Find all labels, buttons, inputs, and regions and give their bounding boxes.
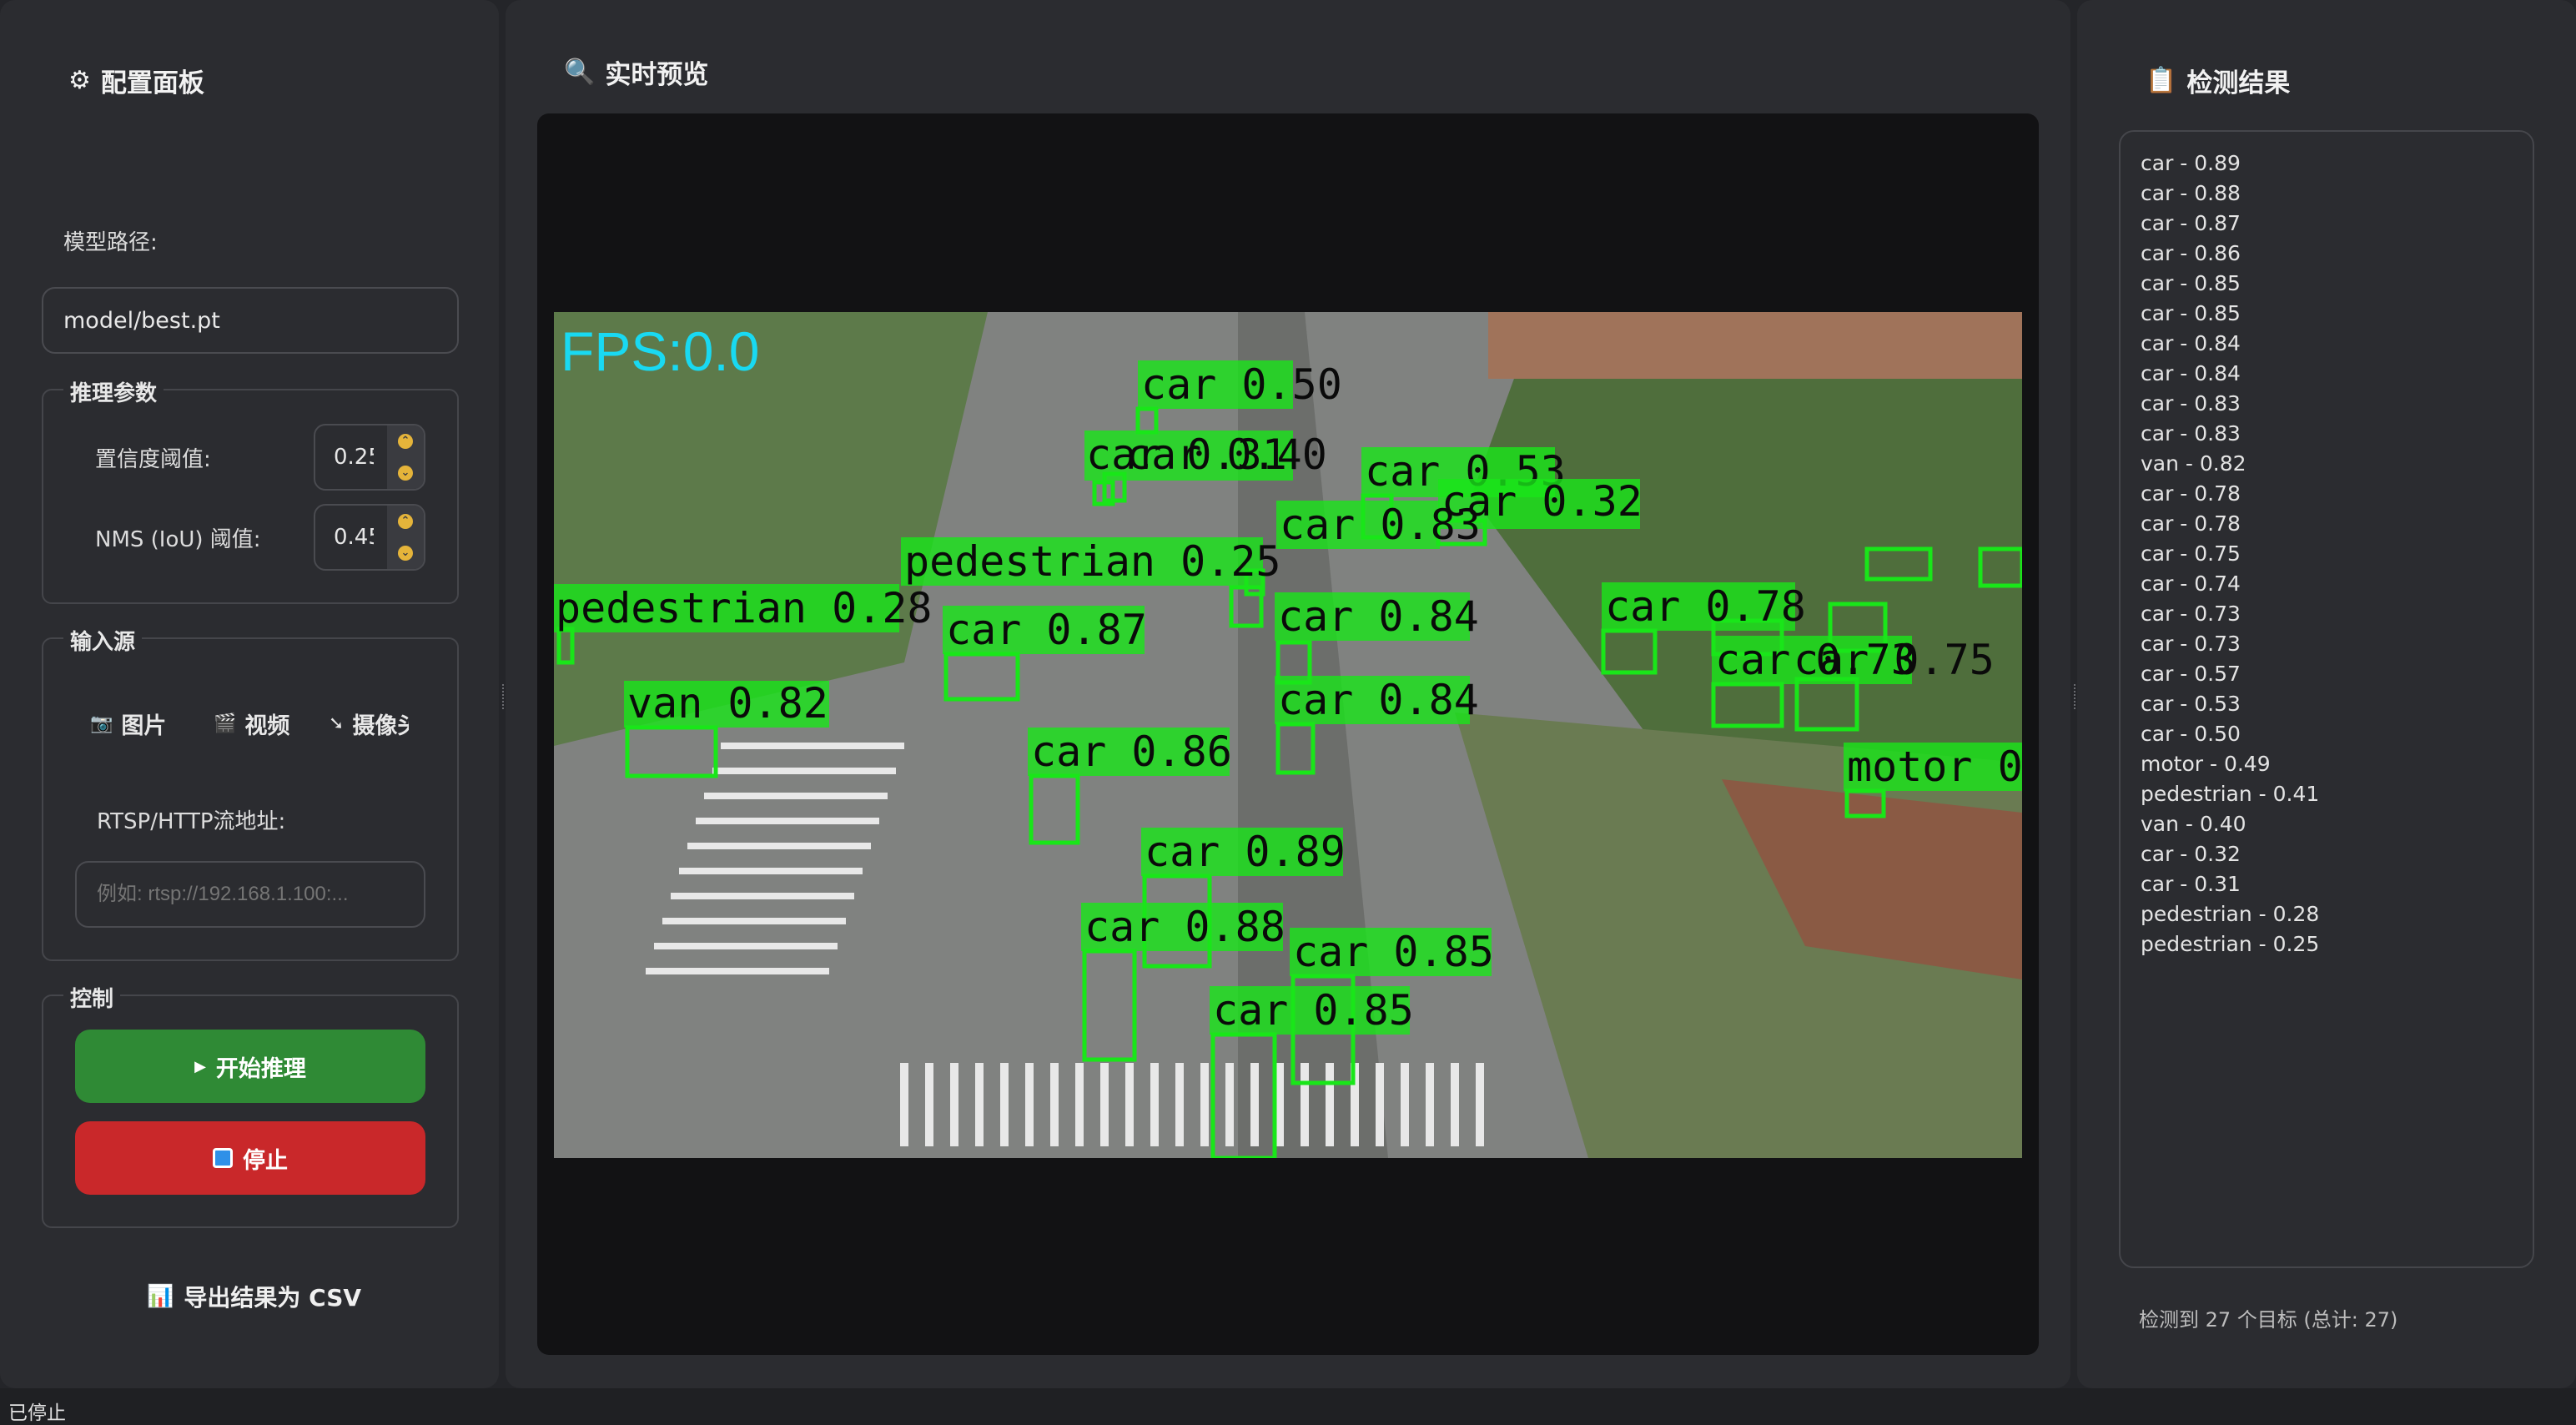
nms-threshold-value: 0.45 [334,525,374,550]
stream-url-label: RTSP/HTTP流地址: [97,809,286,834]
detection-label: car 0.78 [1605,582,1806,631]
list-item[interactable]: car - 0.83 [2141,419,2533,449]
detection-label: car 0.40 [1126,431,1327,479]
control-legend: 控制 [63,982,121,1013]
list-item[interactable]: car - 0.89 [2141,149,2533,179]
list-item[interactable]: car - 0.75 [2141,539,2533,569]
results-title: 📋 检测结果 [2146,65,2291,98]
conf-threshold-label: 置信度阈值: [95,447,211,472]
status-text: 已停止 [8,1402,66,1424]
camera-arrow-icon: ➘ [329,713,345,734]
list-item[interactable]: car - 0.88 [2141,179,2533,209]
list-item[interactable]: car - 0.53 [2141,689,2533,719]
list-item[interactable]: car - 0.87 [2141,209,2533,239]
stop-button[interactable]: 停止 [75,1121,425,1195]
detection-label: car 0.86 [1031,728,1232,776]
video-preview: FPS:0.0 car 0.50 car 0.31 car 0.40 car 0… [537,113,2039,1355]
config-title: ⚙ 配置面板 [68,65,204,98]
clipboard-icon: 📋 [2146,65,2177,95]
list-item[interactable]: car - 0.78 [2141,509,2533,539]
source-video-option[interactable]: 🎬 视频 [214,707,289,740]
chart-icon: 📊 [147,1284,174,1309]
status-bar: 已停止 [0,1388,2576,1425]
list-item[interactable]: van - 0.82 [2141,449,2533,479]
conf-threshold-spinbox[interactable]: 0.25 ⌃ ⌄ [314,424,425,491]
detection-label: car 0.87 [946,606,1147,654]
fps-label: FPS:0.0 [561,320,759,382]
detection-label: pedestrian 0.25 [904,537,1281,586]
list-item[interactable]: car - 0.85 [2141,269,2533,299]
detection-label: motor 0.49 [1847,743,2022,791]
list-item[interactable]: pedestrian - 0.41 [2141,779,2533,809]
gear-icon: ⚙ [68,65,91,95]
detection-label: car 0.83 [1280,501,1481,549]
detection-label: car 0.84 [1278,592,1479,641]
magnifier-icon: 🔍 [564,57,596,87]
detection-label: car 0.89 [1145,828,1346,876]
list-item[interactable]: car - 0.74 [2141,569,2533,599]
play-icon: ▶ [194,1057,206,1075]
chevron-down-icon: ⌄ [398,466,413,481]
chevron-up-icon: ⌃ [398,434,413,449]
list-item[interactable]: motor - 0.49 [2141,749,2533,779]
list-item[interactable]: van - 0.40 [2141,809,2533,839]
list-item[interactable]: car - 0.84 [2141,329,2533,359]
splitter-handle-right[interactable] [2074,684,2077,709]
list-item[interactable]: car - 0.85 [2141,299,2533,329]
list-item[interactable]: car - 0.32 [2141,839,2533,869]
preview-title: 🔍 实时预览 [564,57,709,90]
chevron-up-icon: ⌃ [398,514,413,529]
video-frame: FPS:0.0 car 0.50 car 0.31 car 0.40 car 0… [554,312,2022,1158]
start-inference-button[interactable]: ▶ 开始推理 [75,1030,425,1103]
detection-label: car 0.85 [1293,928,1494,976]
input-source-legend: 输入源 [63,625,143,656]
chevron-down-icon: ⌄ [398,546,413,561]
list-item[interactable]: car - 0.31 [2141,869,2533,899]
clapperboard-icon: 🎬 [214,713,237,734]
detection-label: car 0.88 [1084,903,1285,951]
list-item[interactable]: car - 0.50 [2141,719,2533,749]
list-item[interactable]: car - 0.57 [2141,659,2533,689]
conf-threshold-value: 0.25 [334,445,374,470]
detection-label: pedestrian 0.28 [556,584,933,632]
list-item[interactable]: pedestrian - 0.25 [2141,929,2533,959]
inference-params-legend: 推理参数 [63,376,164,407]
detection-label: car 0.84 [1278,676,1479,724]
list-item[interactable]: car - 0.73 [2141,599,2533,629]
list-item[interactable]: pedestrian - 0.28 [2141,899,2533,929]
camera-icon: 📷 [90,713,113,734]
list-item[interactable]: car - 0.73 [2141,629,2533,659]
results-list[interactable]: car - 0.89 car - 0.88 car - 0.87 car - 0… [2119,130,2534,1268]
nms-threshold-label: NMS (IoU) 阈值: [95,527,261,552]
list-item[interactable]: car - 0.84 [2141,359,2533,389]
detection-label: car 0.85 [1213,986,1414,1035]
source-image-option[interactable]: 📷 图片 [90,707,166,740]
stream-url-input[interactable] [75,861,425,928]
config-panel: ⚙ 配置面板 模型路径: model/best.pt 推理参数 置信度阈值: 0… [0,0,499,1388]
conf-increment-button[interactable]: ⌃ [387,425,424,457]
detection-label: van 0.82 [627,679,828,728]
detection-label: car 0.75 [1794,636,1995,684]
nms-increment-button[interactable]: ⌃ [387,506,424,537]
detection-overlay: FPS:0.0 car 0.50 car 0.31 car 0.40 car 0… [554,312,2022,1158]
nms-threshold-spinbox[interactable]: 0.45 ⌃ ⌄ [314,504,425,571]
nms-decrement-button[interactable]: ⌄ [387,537,424,569]
detection-label: car 0.50 [1141,360,1342,409]
conf-decrement-button[interactable]: ⌄ [387,457,424,489]
inference-params-group: 推理参数 [42,376,459,604]
list-item[interactable]: car - 0.86 [2141,239,2533,269]
list-item[interactable]: car - 0.78 [2141,479,2533,509]
source-camera-option[interactable]: ➘ 摄像头 [329,707,409,740]
model-path-input[interactable]: model/best.pt [42,287,459,354]
list-item[interactable]: car - 0.83 [2141,389,2533,419]
stop-icon [213,1148,233,1168]
results-summary: 检测到 27 个目标 (总计: 27) [2139,1308,2398,1332]
model-path-label: 模型路径: [63,230,158,255]
splitter-handle-left[interactable] [502,684,506,709]
export-csv-button[interactable]: 📊 导出结果为 CSV [147,1280,361,1313]
